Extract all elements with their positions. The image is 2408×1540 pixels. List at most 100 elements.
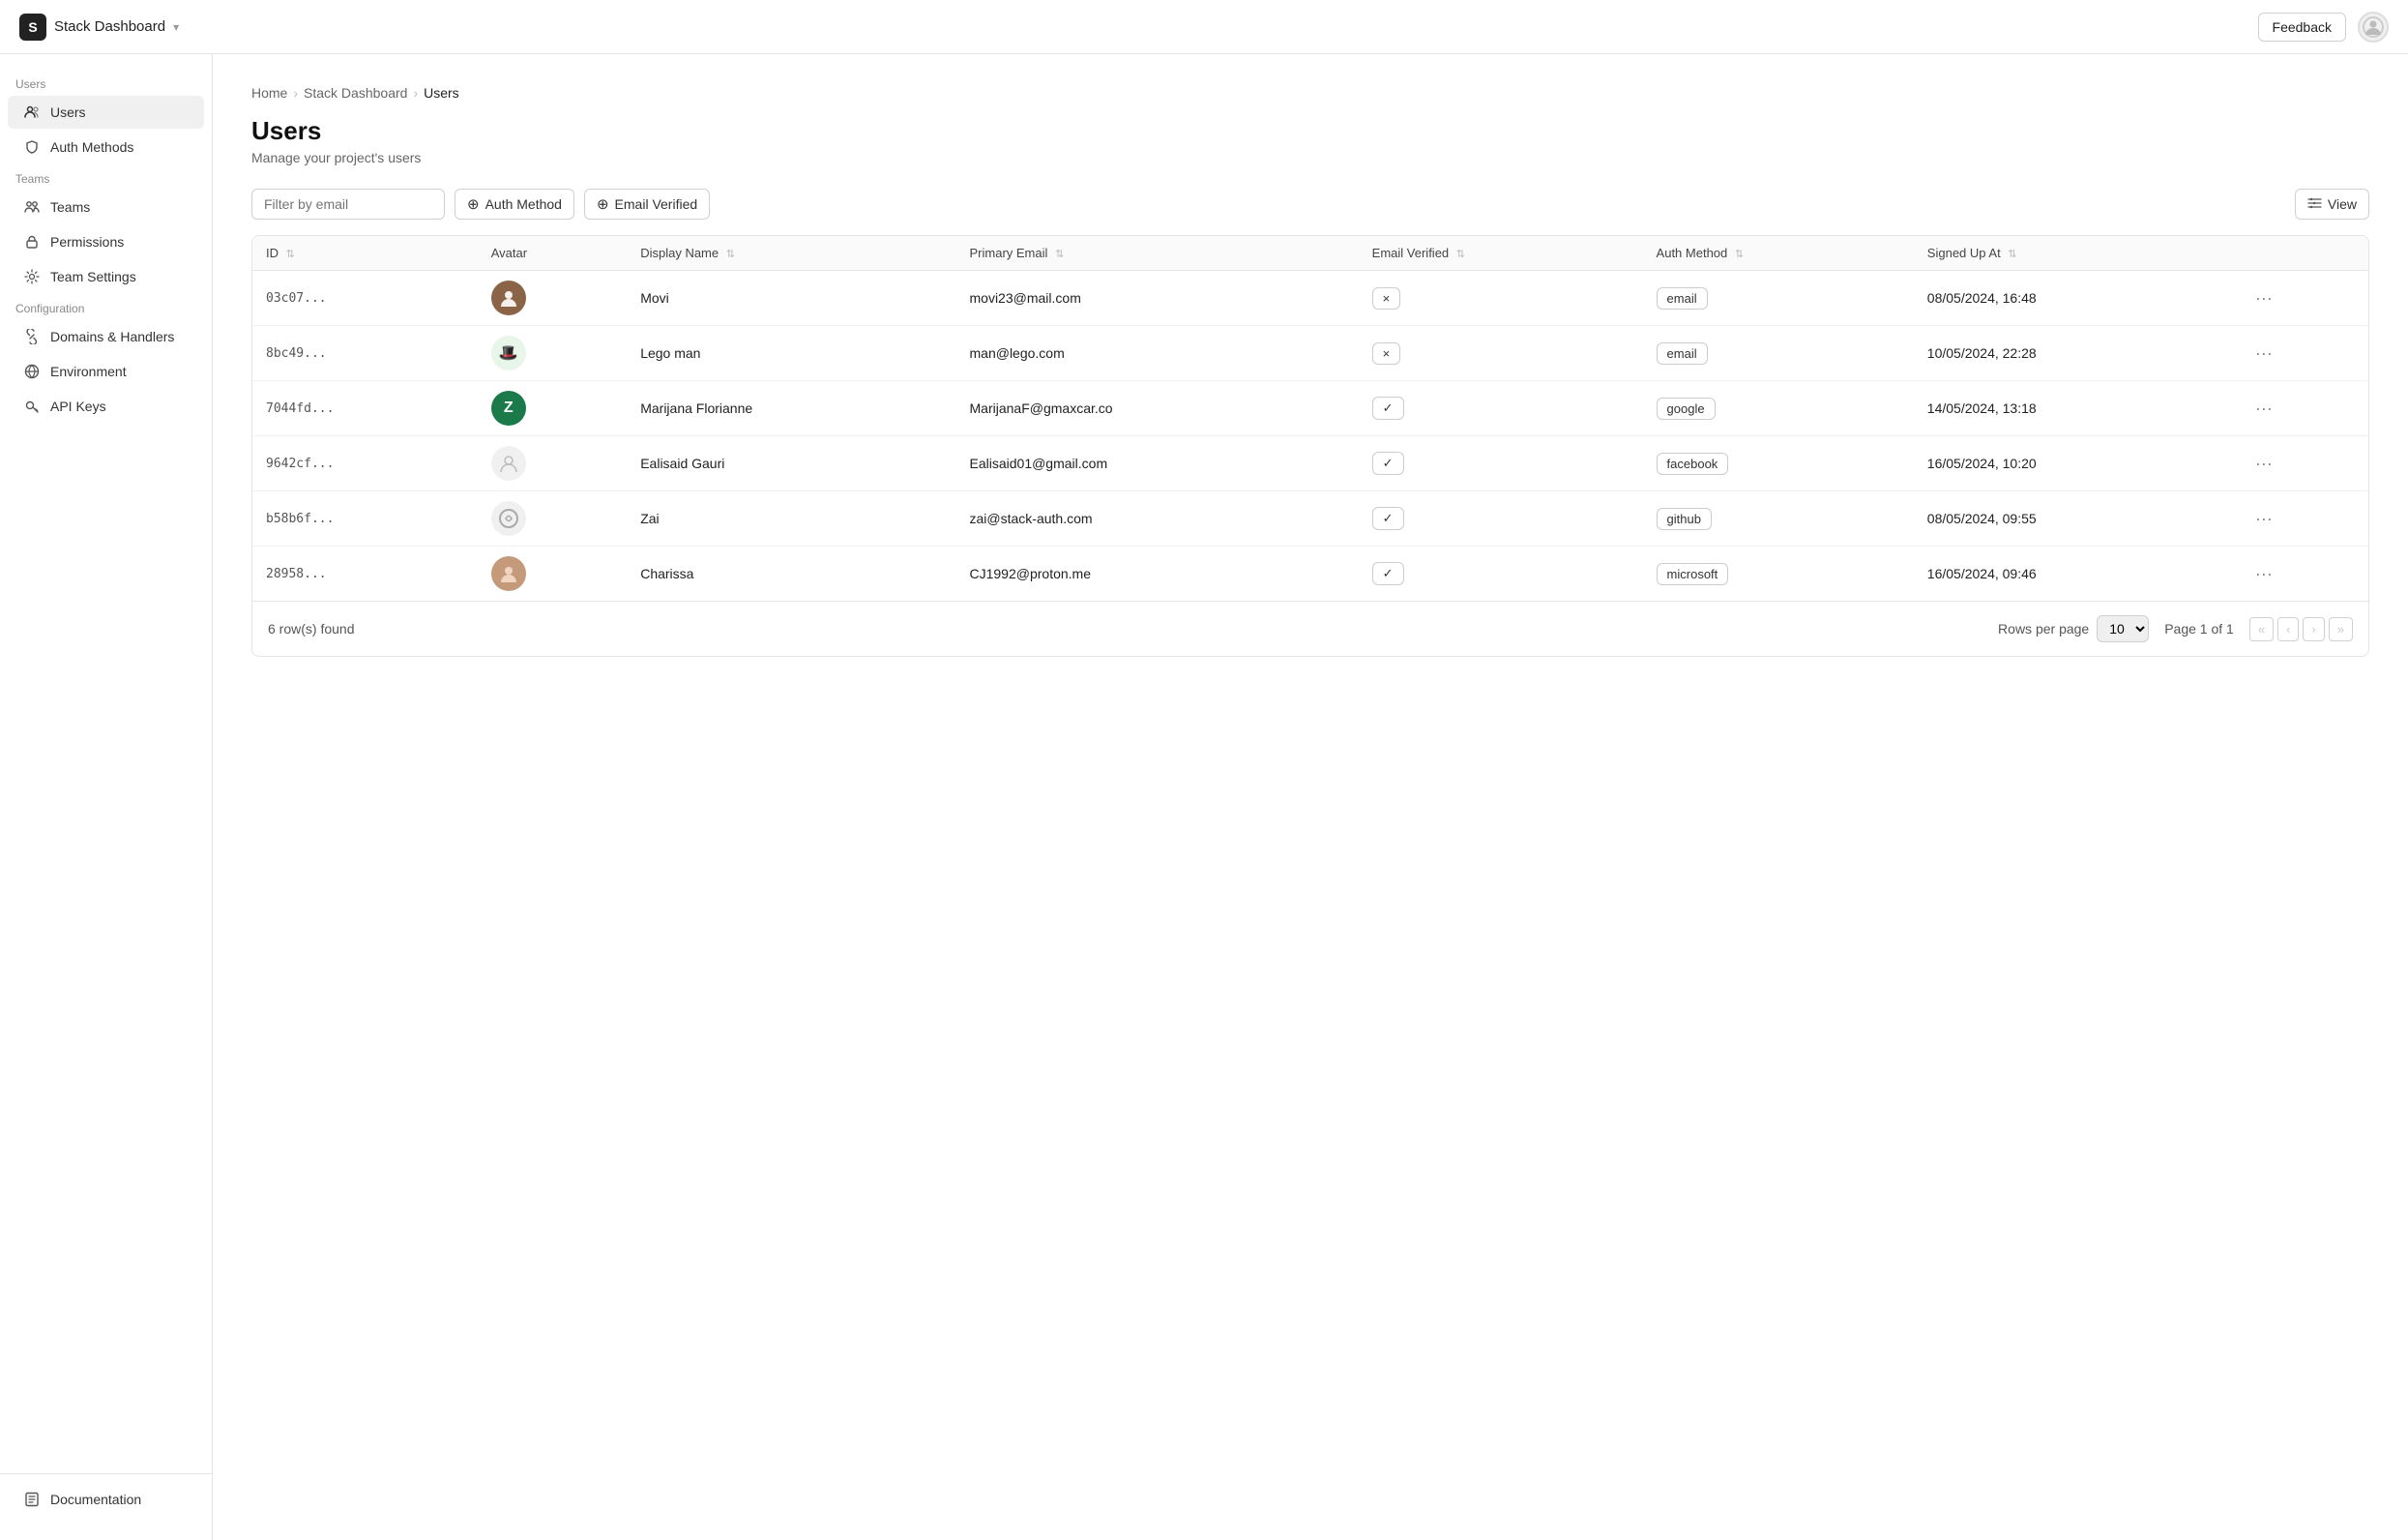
sidebar-item-api-keys-label: API Keys [50,399,106,414]
col-display-name[interactable]: Display Name ⇅ [627,236,955,271]
cell-avatar [478,491,627,547]
sidebar-item-domains[interactable]: Domains & Handlers [8,320,204,353]
rows-per-page-select[interactable]: 10 25 50 [2097,615,2149,642]
cell-email-verified: ✓ [1359,491,1643,547]
email-verified-filter-button[interactable]: ⊕ Email Verified [584,189,710,220]
cell-more: ··· [2236,271,2368,326]
row-more-button[interactable]: ··· [2249,452,2278,476]
table-row: 28958...CharissaCJ1992@proton.me✓microso… [252,547,2368,602]
cell-avatar [478,436,627,491]
cell-email-verified: × [1359,326,1643,381]
pagination-right: Rows per page 10 25 50 Page 1 of 1 « ‹ ›… [1998,615,2353,642]
topbar-chevron-icon: ▾ [173,20,179,34]
table-row: 7044fd...ZMarijana FlorianneMarijanaF@gm… [252,381,2368,436]
cell-auth-method: email [1643,271,1914,326]
cell-avatar: Z [478,381,627,436]
cell-avatar [478,271,627,326]
plus-circle-icon-2: ⊕ [597,195,609,213]
table-row: b58b6f...Zaizai@stack-auth.com✓github08/… [252,491,2368,547]
page-navigation: « ‹ › » [2249,617,2353,641]
cell-avatar: 🎩 [478,326,627,381]
cell-id: 28958... [252,547,478,602]
sidebar-item-permissions[interactable]: Permissions [8,225,204,258]
next-page-button[interactable]: › [2303,617,2324,641]
sidebar-item-api-keys[interactable]: API Keys [8,390,204,423]
feedback-button[interactable]: Feedback [2258,13,2346,42]
sidebar-item-teams-label: Teams [50,199,90,215]
col-auth-method[interactable]: Auth Method ⇅ [1643,236,1914,271]
sidebar-item-documentation[interactable]: Documentation [8,1483,204,1516]
sidebar: Users Users Auth Methods Teams Teams Per [0,54,213,1540]
sidebar-item-permissions-label: Permissions [50,234,124,250]
cell-id: 7044fd... [252,381,478,436]
cell-more: ··· [2236,381,2368,436]
topbar-left: S Stack Dashboard ▾ [19,14,179,41]
col-signed-up[interactable]: Signed Up At ⇅ [1914,236,2236,271]
row-more-button[interactable]: ··· [2249,286,2278,311]
breadcrumb-sep-2: › [413,85,418,101]
auth-method-filter-button[interactable]: ⊕ Auth Method [455,189,574,220]
sidebar-item-auth-methods[interactable]: Auth Methods [8,131,204,163]
cell-signed-up: 16/05/2024, 09:46 [1914,547,2236,602]
view-button[interactable]: View [2295,189,2369,220]
prev-page-button[interactable]: ‹ [2277,617,2299,641]
project-name: Stack Dashboard [54,18,165,35]
cell-email-verified: ✓ [1359,547,1643,602]
cell-signed-up: 10/05/2024, 22:28 [1914,326,2236,381]
pagination: 6 row(s) found Rows per page 10 25 50 Pa… [252,601,2368,656]
cell-email: movi23@mail.com [956,271,1359,326]
rows-per-page-label: Rows per page [1998,621,2089,637]
cell-avatar [478,547,627,602]
breadcrumb: Home › Stack Dashboard › Users [251,85,2369,101]
cell-more: ··· [2236,436,2368,491]
cell-id: b58b6f... [252,491,478,547]
sidebar-item-users[interactable]: Users [8,96,204,129]
page-subtitle: Manage your project's users [251,150,2369,165]
breadcrumb-current: Users [424,85,459,101]
sidebar-item-team-settings[interactable]: Team Settings [8,260,204,293]
cell-display-name: Marijana Florianne [627,381,955,436]
col-primary-email[interactable]: Primary Email ⇅ [956,236,1359,271]
cell-more: ··· [2236,547,2368,602]
user-avatar[interactable] [2358,12,2389,43]
users-section-label: Users [0,70,212,95]
cell-id: 9642cf... [252,436,478,491]
cell-signed-up: 08/05/2024, 09:55 [1914,491,2236,547]
cell-display-name: Charissa [627,547,955,602]
cell-display-name: Zai [627,491,955,547]
row-more-button[interactable]: ··· [2249,507,2278,531]
sidebar-item-teams[interactable]: Teams [8,191,204,223]
sidebar-item-environment[interactable]: Environment [8,355,204,388]
cell-email: Ealisaid01@gmail.com [956,436,1359,491]
shield-icon [23,138,41,156]
col-email-verified[interactable]: Email Verified ⇅ [1359,236,1643,271]
col-id[interactable]: ID ⇅ [252,236,478,271]
cell-display-name: Movi [627,271,955,326]
last-page-button[interactable]: » [2329,617,2353,641]
breadcrumb-project[interactable]: Stack Dashboard [304,85,407,101]
cell-auth-method: facebook [1643,436,1914,491]
page-title: Users [251,116,2369,146]
first-page-button[interactable]: « [2249,617,2274,641]
filter-email-input[interactable] [251,189,445,220]
cell-email-verified: ✓ [1359,436,1643,491]
cell-auth-method: email [1643,326,1914,381]
row-more-button[interactable]: ··· [2249,562,2278,586]
breadcrumb-sep-1: › [293,85,298,101]
sidebar-item-users-label: Users [50,104,86,120]
row-more-button[interactable]: ··· [2249,397,2278,421]
main-content: Home › Stack Dashboard › Users Users Man… [213,54,2408,1540]
cell-auth-method: google [1643,381,1914,436]
cell-email: CJ1992@proton.me [956,547,1359,602]
lock-icon [23,233,41,251]
topbar: S Stack Dashboard ▾ Feedback [0,0,2408,54]
row-more-button[interactable]: ··· [2249,341,2278,366]
globe-icon [23,363,41,380]
key-icon [23,398,41,415]
sidebar-item-environment-label: Environment [50,364,127,379]
cell-email: MarijanaF@gmaxcar.co [956,381,1359,436]
cell-more: ··· [2236,326,2368,381]
cell-id: 03c07... [252,271,478,326]
breadcrumb-home[interactable]: Home [251,85,287,101]
config-section-label: Configuration [0,294,212,319]
